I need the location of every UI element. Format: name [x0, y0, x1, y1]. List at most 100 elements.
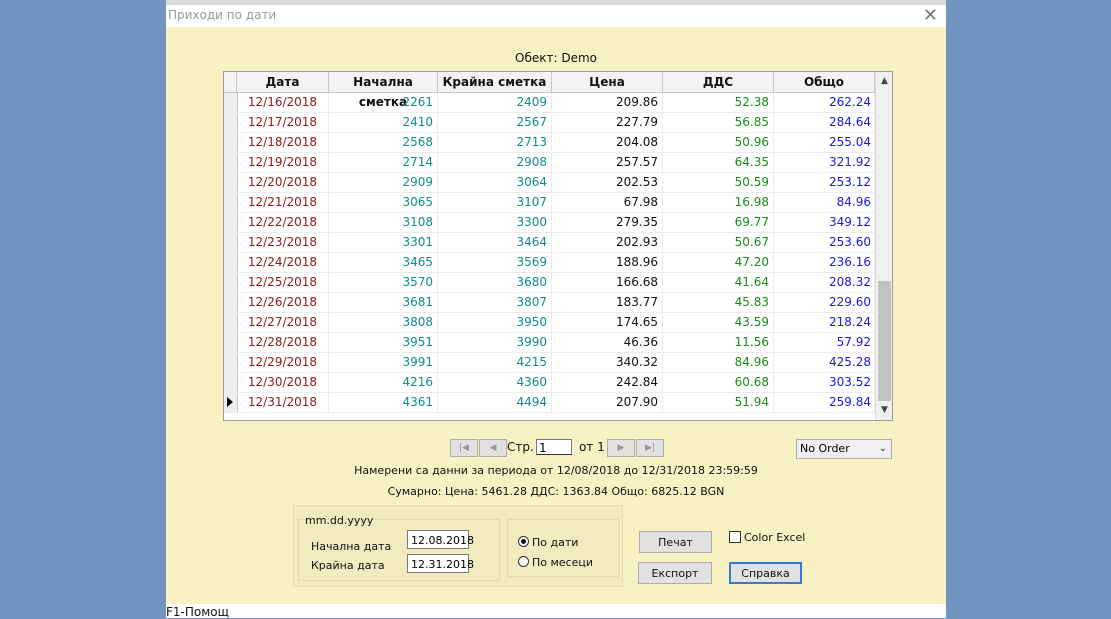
cell-total[interactable]: 229.60	[774, 293, 875, 312]
cell-date[interactable]: 12/29/2018	[237, 353, 329, 372]
cell-start-account[interactable]: 2261	[329, 93, 438, 112]
next-page-icon[interactable]: ▶	[607, 439, 635, 457]
row-selector[interactable]	[224, 133, 238, 152]
data-grid[interactable]: Дата Начална сметка Крайна сметка Цена Д…	[223, 71, 893, 421]
row-selector[interactable]	[224, 273, 238, 292]
cell-price[interactable]: 204.08	[552, 133, 663, 152]
table-row[interactable]: 12/20/2018 2909 3064 202.53 50.59 253.12	[224, 173, 875, 193]
radio-by-dates[interactable]	[518, 536, 529, 547]
cell-end-account[interactable]: 3680	[438, 273, 552, 292]
radio-by-dates-label[interactable]: По дати	[532, 536, 578, 549]
table-row[interactable]: 12/29/2018 3991 4215 340.32 84.96 425.28	[224, 353, 875, 373]
cell-price[interactable]: 202.53	[552, 173, 663, 192]
cell-total[interactable]: 236.16	[774, 253, 875, 272]
cell-price[interactable]: 242.84	[552, 373, 663, 392]
end-date-input[interactable]: 12.31.2018	[407, 554, 474, 573]
cell-vat[interactable]: 50.67	[663, 233, 774, 252]
cell-total[interactable]: 255.04	[774, 133, 875, 152]
row-selector[interactable]	[224, 313, 238, 332]
row-selector[interactable]	[224, 173, 238, 192]
column-header-date[interactable]: Дата	[237, 72, 329, 92]
table-row[interactable]: 12/17/2018 2410 2567 227.79 56.85 284.64	[224, 113, 875, 133]
cell-start-account[interactable]: 3108	[329, 213, 438, 232]
table-row[interactable]: 12/21/2018 3065 3107 67.98 16.98 84.96	[224, 193, 875, 213]
cell-start-account[interactable]: 2410	[329, 113, 438, 132]
cell-end-account[interactable]: 3464	[438, 233, 552, 252]
table-row[interactable]: 12/23/2018 3301 3464 202.93 50.67 253.60	[224, 233, 875, 253]
radio-by-months-label[interactable]: По месеци	[532, 556, 593, 569]
row-selector[interactable]	[224, 353, 238, 372]
column-header-start-account[interactable]: Начална сметка	[329, 72, 438, 109]
row-selector[interactable]	[224, 233, 238, 252]
order-select[interactable]: No Order ⌄	[796, 439, 892, 459]
cell-price[interactable]: 279.35	[552, 213, 663, 232]
scrollbar-thumb[interactable]	[878, 281, 891, 401]
cell-total[interactable]: 284.64	[774, 113, 875, 132]
cell-price[interactable]: 207.90	[552, 393, 663, 412]
color-excel-label[interactable]: Color Excel	[744, 531, 805, 544]
table-row[interactable]: 12/22/2018 3108 3300 279.35 69.77 349.12	[224, 213, 875, 233]
cell-price[interactable]: 202.93	[552, 233, 663, 252]
cell-end-account[interactable]: 3950	[438, 313, 552, 332]
table-row[interactable]: 12/31/2018 4361 4494 207.90 51.94 259.84	[224, 393, 875, 413]
cell-date[interactable]: 12/17/2018	[237, 113, 329, 132]
first-page-icon[interactable]: |◀	[450, 439, 478, 457]
cell-vat[interactable]: 50.96	[663, 133, 774, 152]
table-row[interactable]: 12/30/2018 4216 4360 242.84 60.68 303.52	[224, 373, 875, 393]
table-row[interactable]: 12/18/2018 2568 2713 204.08 50.96 255.04	[224, 133, 875, 153]
cell-total[interactable]: 253.12	[774, 173, 875, 192]
cell-vat[interactable]: 43.59	[663, 313, 774, 332]
cell-total[interactable]: 262.24	[774, 93, 875, 112]
cell-date[interactable]: 12/31/2018	[237, 393, 329, 412]
cell-total[interactable]: 303.52	[774, 373, 875, 392]
cell-end-account[interactable]: 3300	[438, 213, 552, 232]
scroll-down-icon[interactable]: ▼	[876, 402, 892, 419]
radio-by-months[interactable]	[518, 556, 529, 567]
row-selector[interactable]	[224, 393, 238, 412]
cell-vat[interactable]: 11.56	[663, 333, 774, 352]
cell-total[interactable]: 349.12	[774, 213, 875, 232]
column-header-total[interactable]: Общо	[774, 72, 875, 92]
column-header-vat[interactable]: ДДС	[663, 72, 774, 92]
cell-total[interactable]: 321.92	[774, 153, 875, 172]
cell-vat[interactable]: 64.35	[663, 153, 774, 172]
column-header-end-account[interactable]: Крайна сметка	[438, 72, 552, 92]
cell-vat[interactable]: 45.83	[663, 293, 774, 312]
last-page-icon[interactable]: ▶|	[636, 439, 664, 457]
cell-start-account[interactable]: 3570	[329, 273, 438, 292]
cell-vat[interactable]: 84.96	[663, 353, 774, 372]
cell-date[interactable]: 12/16/2018	[237, 93, 329, 112]
cell-end-account[interactable]: 2409	[438, 93, 552, 112]
cell-end-account[interactable]: 4494	[438, 393, 552, 412]
cell-start-account[interactable]: 3951	[329, 333, 438, 352]
cell-vat[interactable]: 51.94	[663, 393, 774, 412]
cell-total[interactable]: 425.28	[774, 353, 875, 372]
cell-date[interactable]: 12/18/2018	[237, 133, 329, 152]
cell-price[interactable]: 340.32	[552, 353, 663, 372]
help-button[interactable]: Справка	[729, 562, 802, 584]
cell-vat[interactable]: 56.85	[663, 113, 774, 132]
table-row[interactable]: 12/19/2018 2714 2908 257.57 64.35 321.92	[224, 153, 875, 173]
row-selector[interactable]	[224, 253, 238, 272]
cell-end-account[interactable]: 2567	[438, 113, 552, 132]
cell-start-account[interactable]: 3681	[329, 293, 438, 312]
row-selector[interactable]	[224, 333, 238, 352]
cell-date[interactable]: 12/20/2018	[237, 173, 329, 192]
print-button[interactable]: Печат	[639, 531, 712, 553]
color-excel-checkbox[interactable]	[729, 531, 741, 543]
cell-date[interactable]: 12/19/2018	[237, 153, 329, 172]
cell-vat[interactable]: 60.68	[663, 373, 774, 392]
scroll-up-icon[interactable]: ▲	[876, 73, 892, 90]
row-selector[interactable]	[224, 213, 238, 232]
cell-price[interactable]: 257.57	[552, 153, 663, 172]
row-selector[interactable]	[224, 153, 238, 172]
cell-vat[interactable]: 16.98	[663, 193, 774, 212]
cell-date[interactable]: 12/30/2018	[237, 373, 329, 392]
cell-end-account[interactable]: 2713	[438, 133, 552, 152]
table-row[interactable]: 12/25/2018 3570 3680 166.68 41.64 208.32	[224, 273, 875, 293]
cell-start-account[interactable]: 2714	[329, 153, 438, 172]
cell-end-account[interactable]: 3107	[438, 193, 552, 212]
cell-date[interactable]: 12/23/2018	[237, 233, 329, 252]
cell-end-account[interactable]: 3990	[438, 333, 552, 352]
cell-total[interactable]: 218.24	[774, 313, 875, 332]
